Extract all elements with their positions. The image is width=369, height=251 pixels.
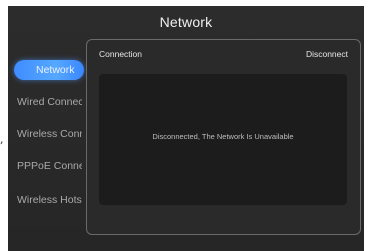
sidebar-item-label: Wireless Hotspot [17,194,82,206]
network-settings-screen: Network Network Wired Connection Wireles… [8,6,364,251]
stray-comma-glyph: , [0,133,4,146]
panel-header: Connection Disconnect [99,49,348,63]
connection-heading: Connection [99,49,143,59]
sidebar-item-label: Wired Connection [17,96,82,108]
connection-status-area: Disconnected, The Network Is Unavailable [99,74,347,205]
page-title: Network [159,14,213,30]
sidebar-item-wireless-connection[interactable]: Wireless Connection [8,124,82,144]
sidebar-item-label: PPPoE Connection [17,160,82,172]
sidebar-item-label: Network [36,64,75,76]
sidebar-item-network[interactable]: Network [14,60,84,80]
sidebar-item-label: Wireless Connection [17,128,82,140]
status-message: Disconnected, The Network Is Unavailable [152,132,294,141]
sidebar-item-wireless-hotspot[interactable]: Wireless Hotspot [8,190,82,210]
sidebar-item-wired-connection[interactable]: Wired Connection [8,92,82,112]
disconnect-button[interactable]: Disconnect [306,49,348,59]
connection-panel: Connection Disconnect Disconnected, The … [86,39,361,235]
sidebar-item-pppoe-connection[interactable]: PPPoE Connection [8,156,82,176]
